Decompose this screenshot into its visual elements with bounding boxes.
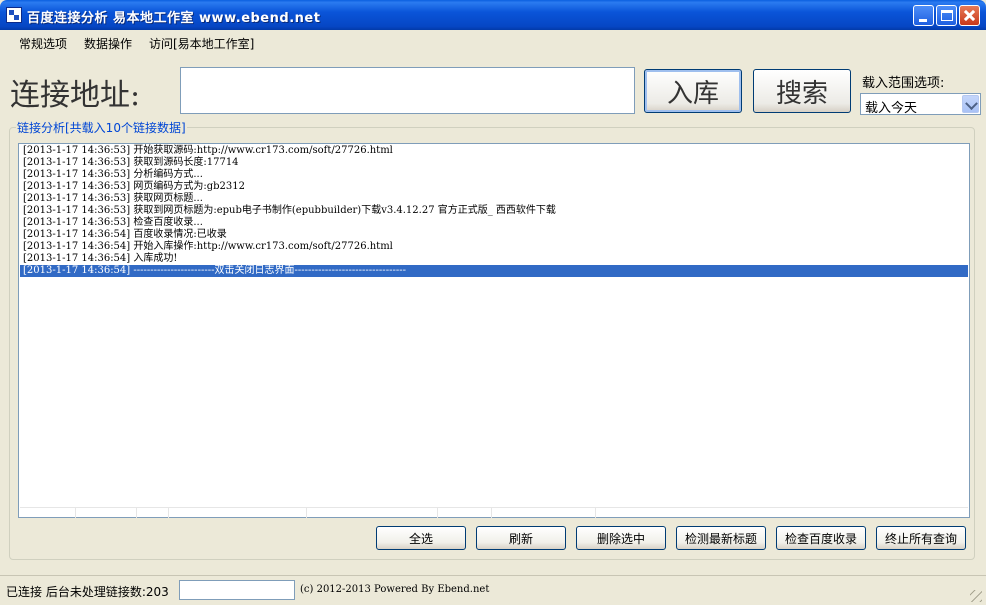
log-row[interactable]: [2013-1-17 14:36:53] 网页编码方式为:gb2312 bbox=[20, 181, 968, 193]
address-input[interactable] bbox=[180, 67, 635, 114]
scope-selected-value: 载入今天 bbox=[865, 101, 918, 116]
search-button[interactable]: 搜索 bbox=[753, 69, 851, 113]
log-row[interactable]: [2013-1-17 14:36:53] 分析编码方式... bbox=[20, 169, 968, 181]
status-bar: 已连接 后台未处理链接数:203 (c) 2012-2013 Powered B… bbox=[0, 575, 986, 605]
stop-all-queries-button[interactable]: 终止所有查询 bbox=[876, 526, 966, 550]
import-button[interactable]: 入库 bbox=[644, 69, 742, 113]
log-row[interactable]: [2013-1-17 14:36:53] 获取到网页标题为:epub电子书制作(… bbox=[20, 205, 968, 217]
title-bar[interactable]: 百度连接分析 易本地工作室 www.ebend.net bbox=[0, 0, 986, 30]
log-list[interactable]: [2013-1-17 14:36:53] 开始获取源码:http://www.c… bbox=[18, 143, 970, 518]
window-title: 百度连接分析 易本地工作室 www.ebend.net bbox=[27, 11, 321, 26]
scope-select[interactable]: 载入今天 bbox=[860, 93, 981, 116]
check-latest-title-button[interactable]: 检测最新标题 bbox=[676, 526, 766, 550]
log-row[interactable]: [2013-1-17 14:36:53] 获取网页标题... bbox=[20, 193, 968, 205]
log-row[interactable]: [2013-1-17 14:36:53] 检查百度收录... bbox=[20, 217, 968, 229]
log-row[interactable]: [2013-1-17 14:36:54] 入库成功! bbox=[20, 253, 968, 265]
menu-data-operations[interactable]: 数据操作 bbox=[84, 35, 132, 52]
select-all-button[interactable]: 全选 bbox=[376, 526, 466, 550]
maximize-icon bbox=[941, 10, 953, 21]
log-row[interactable]: [2013-1-17 14:36:54] 开始入库操作:http://www.c… bbox=[20, 241, 968, 253]
status-input[interactable] bbox=[179, 580, 295, 600]
log-row[interactable]: [2013-1-17 14:36:53] 开始获取源码:http://www.c… bbox=[20, 145, 968, 157]
copyright-text: (c) 2012-2013 Powered By Ebend.net bbox=[300, 584, 490, 595]
connection-status: 已连接 后台未处理链接数:203 bbox=[6, 585, 169, 599]
check-baidu-index-button[interactable]: 检查百度收录 bbox=[776, 526, 866, 550]
log-row[interactable]: [2013-1-17 14:36:54] 百度收录情况:已收录 bbox=[20, 229, 968, 241]
menu-bar: 常规选项 数据操作 访问[易本地工作室] bbox=[4, 30, 982, 54]
app-icon[interactable] bbox=[6, 7, 22, 23]
list-column-lines bbox=[20, 507, 968, 518]
delete-selected-button[interactable]: 删除选中 bbox=[576, 526, 666, 550]
close-button[interactable] bbox=[959, 5, 980, 26]
chevron-down-icon[interactable] bbox=[962, 95, 979, 113]
scope-label: 载入范围选项: bbox=[862, 76, 945, 91]
menu-visit-studio[interactable]: 访问[易本地工作室] bbox=[149, 35, 254, 52]
log-row[interactable]: [2013-1-17 14:36:53] 获取到源码长度:17714 bbox=[20, 157, 968, 169]
maximize-button[interactable] bbox=[936, 5, 957, 26]
close-icon bbox=[960, 6, 979, 25]
group-title: 链接分析[共载入10个链接数据] bbox=[16, 119, 187, 136]
menu-general-options[interactable]: 常规选项 bbox=[19, 35, 67, 52]
address-label: 连接地址: bbox=[10, 78, 141, 113]
minimize-button[interactable] bbox=[913, 5, 934, 26]
refresh-button[interactable]: 刷新 bbox=[476, 526, 566, 550]
log-row-selected[interactable]: [2013-1-17 14:36:54] -------------------… bbox=[20, 265, 968, 277]
resize-grip-icon[interactable] bbox=[970, 590, 982, 602]
minimize-icon bbox=[919, 19, 927, 22]
